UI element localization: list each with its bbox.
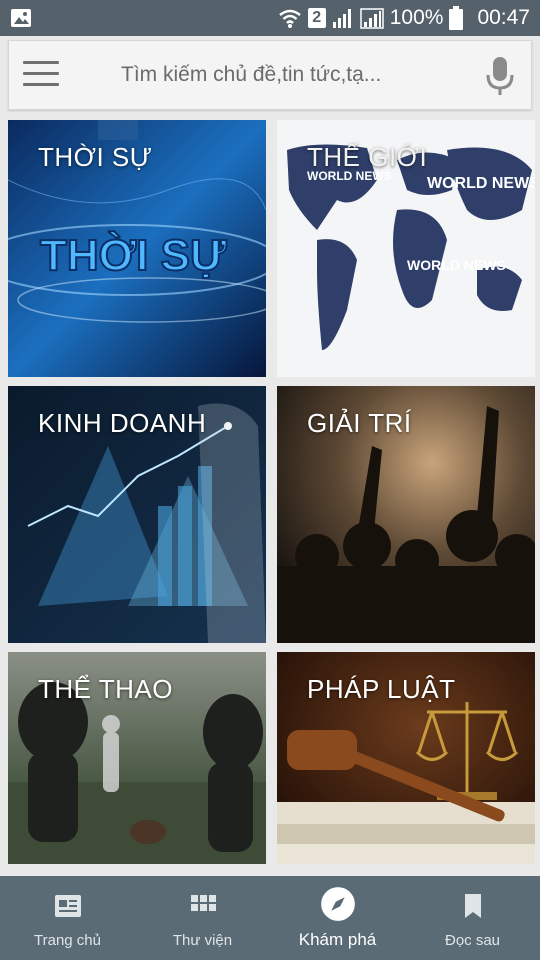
- grid-icon: [190, 895, 216, 911]
- category-tile-the-gioi[interactable]: WORLD NEWS WORLD NEWS WORLD NEWS THẾ GIỚ…: [277, 120, 535, 377]
- category-label: THỂ THAO: [38, 674, 173, 704]
- category-label: THỜI SỰ: [38, 142, 153, 172]
- nav-label: Trang chủ: [34, 932, 101, 949]
- nav-item-doc-sau[interactable]: Đọc sau: [405, 876, 540, 960]
- svg-text:WORLD NEWS: WORLD NEWS: [407, 257, 506, 273]
- category-tile-giai-tri[interactable]: GIẢI TRÍ: [277, 386, 535, 643]
- newspaper-icon: [54, 895, 81, 917]
- nav-label: Thư viện: [172, 932, 233, 949]
- category-label: KINH DOANH: [38, 408, 207, 438]
- svg-text:WORLD NEWS: WORLD NEWS: [427, 175, 535, 192]
- search-bar[interactable]: Tìm kiếm chủ đề,tin tức,tạ...: [8, 40, 532, 110]
- category-tile-thoi-su[interactable]: THỜI SỰ THỜI SỰ: [8, 120, 266, 377]
- wifi-icon: [278, 9, 301, 28]
- sim-slot-badge: 2: [307, 8, 326, 28]
- battery-icon: [449, 6, 464, 30]
- category-label: THẾ GIỚI: [307, 142, 428, 172]
- nav-label: Đọc sau: [444, 932, 501, 949]
- bottom-navigation: Trang chủ Thư viện Khám phá Đọc sau: [0, 876, 540, 960]
- search-input[interactable]: Tìm kiếm chủ đề,tin tức,tạ...: [121, 63, 431, 87]
- compass-icon: [320, 887, 355, 921]
- bookmark-icon: [464, 894, 481, 918]
- clock: 00:47: [477, 6, 530, 29]
- nav-item-thu-vien[interactable]: Thư viện: [135, 876, 270, 960]
- signal-icon: [332, 9, 351, 28]
- category-tile-the-thao[interactable]: THỂ THAO: [8, 652, 266, 864]
- nav-item-trang-chu[interactable]: Trang chủ: [0, 876, 135, 960]
- signal-icon-2: [359, 8, 384, 29]
- category-tile-kinh-doanh[interactable]: KINH DOANH: [8, 386, 266, 643]
- category-tile-phap-luat[interactable]: PHÁP LUẬT: [277, 652, 535, 864]
- hamburger-menu-icon[interactable]: [23, 61, 61, 91]
- microphone-icon[interactable]: [485, 55, 515, 97]
- battery-percent: 100%: [389, 6, 444, 29]
- nav-item-kham-pha[interactable]: Khám phá: [270, 876, 405, 960]
- category-label: GIẢI TRÍ: [307, 408, 412, 438]
- nav-label: Khám phá: [298, 930, 377, 949]
- category-label: PHÁP LUẬT: [307, 674, 456, 704]
- image-notification-icon: [11, 9, 31, 27]
- thoi-su-banner-text: THỜI SỰ: [40, 230, 227, 280]
- status-bar: 2 100% 00:47: [0, 0, 540, 36]
